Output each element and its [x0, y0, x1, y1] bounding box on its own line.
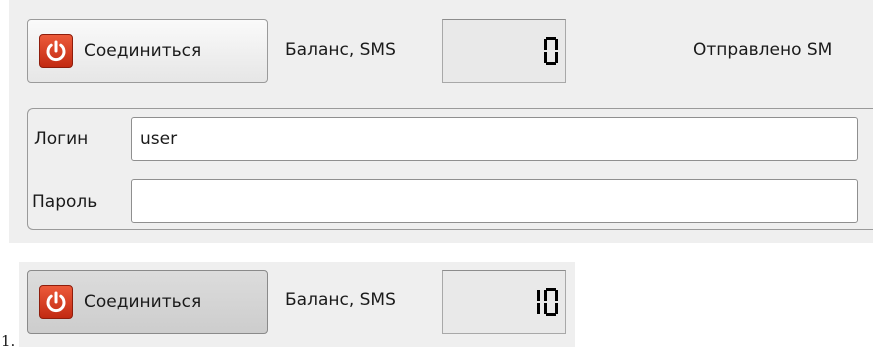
balance-label: Баланс, SMS: [285, 40, 396, 60]
connect-button-label: Соединиться: [84, 292, 202, 312]
figure-caption: 1.: [1, 332, 16, 350]
balance-lcd-display: 0: [442, 19, 566, 83]
password-input[interactable]: [131, 179, 858, 223]
balance-lcd-digits: [535, 288, 558, 316]
power-icon: [39, 34, 73, 68]
lcd-digit-1: [537, 290, 540, 314]
balance-lcd-digits: [544, 37, 558, 65]
password-label: Пароль: [32, 192, 98, 212]
lcd-digit-0: [544, 288, 558, 316]
connect-button[interactable]: Соединиться: [27, 19, 268, 83]
login-input-value: user: [140, 129, 178, 149]
lcd-digit-0: [544, 37, 558, 65]
connect-button-label: Соединиться: [84, 41, 202, 61]
login-label: Логин: [34, 129, 89, 149]
power-icon: [39, 285, 73, 319]
sent-label: Отправлено SM: [693, 40, 833, 60]
balance-label: Баланс, SMS: [285, 290, 396, 310]
balance-lcd-display: 10: [442, 270, 566, 334]
login-input[interactable]: user: [131, 117, 858, 161]
connect-button-pressed[interactable]: Соединиться: [27, 270, 268, 334]
